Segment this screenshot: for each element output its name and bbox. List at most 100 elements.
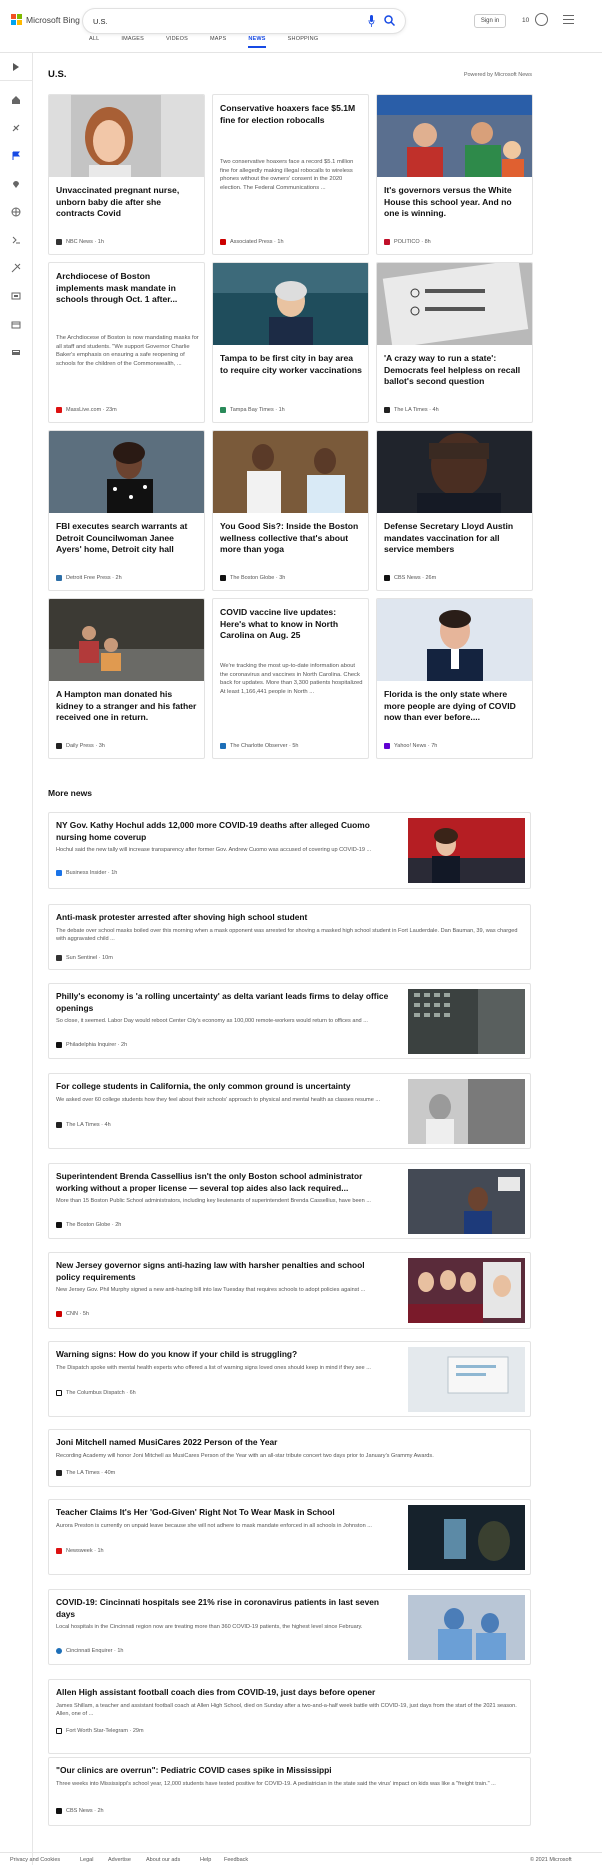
card-title[interactable]: Florida is the only state where more peo… — [384, 689, 527, 724]
news-card[interactable]: Tampa to be first city in bay area to re… — [212, 262, 369, 423]
news-list-item[interactable]: New Jersey governor signs anti-hazing la… — [48, 1252, 531, 1329]
footer-link-help[interactable]: Help — [200, 1857, 211, 1863]
rewards-trophy-icon[interactable] — [535, 13, 548, 26]
news-list-item[interactable]: Philly's economy is 'a rolling uncertain… — [48, 983, 531, 1059]
card-title[interactable]: Archdiocese of Boston implements mask ma… — [56, 271, 199, 306]
news-list-item[interactable]: For college students in California, the … — [48, 1073, 531, 1149]
us-flag-icon[interactable] — [11, 151, 21, 161]
tab-shopping[interactable]: SHOPPING — [288, 36, 319, 48]
card-title[interactable]: FBI executes search warrants at Detroit … — [56, 521, 199, 556]
card-source[interactable]: Tampa Bay Times · 1h — [220, 407, 285, 413]
card-source[interactable]: The Boston Globe · 3h — [220, 575, 285, 581]
news-list-item[interactable]: Teacher Claims It's Her 'God-Given' Righ… — [48, 1499, 531, 1575]
card-source[interactable]: Detroit Free Press · 2h — [56, 575, 122, 581]
news-list-item[interactable]: Anti-mask protester arrested after shovi… — [48, 904, 531, 970]
tab-news[interactable]: NEWS — [248, 36, 266, 48]
technology-icon[interactable] — [11, 235, 21, 245]
news-list-item[interactable]: Joni Mitchell named MusiCares 2022 Perso… — [48, 1429, 531, 1487]
news-title[interactable]: Anti-mask protester arrested after shovi… — [56, 912, 521, 924]
card-source[interactable]: Daily Press · 3h — [56, 743, 105, 749]
sports-icon[interactable] — [11, 263, 21, 273]
card-title[interactable]: You Good Sis?: Inside the Boston wellnes… — [220, 521, 363, 556]
search-input[interactable] — [93, 16, 343, 26]
footer-link-legal[interactable]: Legal — [80, 1857, 93, 1863]
news-list-item[interactable]: COVID-19: Cincinnati hospitals see 21% r… — [48, 1589, 531, 1665]
bing-logo[interactable]: Microsoft Bing — [11, 14, 80, 25]
news-source[interactable]: Philadelphia Inquirer · 2h — [56, 1042, 127, 1048]
news-card[interactable]: Defense Secretary Lloyd Austin mandates … — [376, 430, 533, 591]
card-title[interactable]: It's governors versus the White House th… — [384, 185, 527, 220]
news-card[interactable]: You Good Sis?: Inside the Boston wellnes… — [212, 430, 369, 591]
card-title[interactable]: Defense Secretary Lloyd Austin mandates … — [384, 521, 527, 556]
news-card[interactable]: It's governors versus the White House th… — [376, 94, 533, 255]
footer-link-advertise[interactable]: Advertise — [108, 1857, 131, 1863]
news-title[interactable]: "Our clinics are overrun": Pediatric COV… — [56, 1765, 521, 1777]
card-source[interactable]: MassLive.com · 23m — [56, 407, 117, 413]
news-title[interactable]: COVID-19: Cincinnati hospitals see 21% r… — [56, 1597, 391, 1620]
world-globe-icon[interactable] — [11, 207, 21, 217]
news-card[interactable]: Conservative hoaxers face $5.1M fine for… — [212, 94, 369, 255]
card-source[interactable]: The Charlotte Observer · 5h — [220, 743, 298, 749]
powered-by-label[interactable]: Powered by Microsoft News — [464, 72, 532, 78]
card-source[interactable]: POLITICO · 8h — [384, 239, 431, 245]
microphone-icon[interactable] — [368, 15, 375, 27]
news-source[interactable]: Business Insider · 1h — [56, 870, 117, 876]
card-title[interactable]: Conservative hoaxers face $5.1M fine for… — [220, 103, 363, 126]
news-title[interactable]: Joni Mitchell named MusiCares 2022 Perso… — [56, 1437, 521, 1449]
footer-link-about-ads[interactable]: About our ads — [146, 1857, 180, 1863]
news-list-item[interactable]: "Our clinics are overrun": Pediatric COV… — [48, 1757, 531, 1826]
news-source[interactable]: Fort Worth Star-Telegram · 29m — [56, 1728, 144, 1734]
news-title[interactable]: Philly's economy is 'a rolling uncertain… — [56, 991, 391, 1014]
news-source[interactable]: Cincinnati Enquirer · 1h — [56, 1648, 123, 1654]
news-list-item[interactable]: Superintendent Brenda Cassellius isn't t… — [48, 1163, 531, 1239]
news-card[interactable]: A Hampton man donated his kidney to a st… — [48, 598, 205, 759]
news-source[interactable]: The LA Times · 4h — [56, 1122, 111, 1128]
signin-button[interactable]: Sign in — [474, 14, 506, 28]
card-source[interactable]: NBC News · 1h — [56, 239, 104, 245]
card-source[interactable]: The LA Times · 4h — [384, 407, 439, 413]
news-source[interactable]: The Boston Globe · 2h — [56, 1222, 121, 1228]
news-source[interactable]: The Columbus Dispatch · 6h — [56, 1390, 136, 1396]
home-icon[interactable] — [11, 95, 21, 105]
news-title[interactable]: Teacher Claims It's Her 'God-Given' Righ… — [56, 1507, 391, 1519]
card-title[interactable]: 'A crazy way to run a state': Democrats … — [384, 353, 527, 388]
tab-videos[interactable]: VIDEOS — [166, 36, 188, 48]
rewards-count[interactable]: 10 — [522, 17, 529, 24]
tab-maps[interactable]: MAPS — [210, 36, 226, 48]
news-source[interactable]: CBS News · 2h — [56, 1808, 104, 1814]
politics-icon[interactable] — [11, 347, 21, 357]
news-card[interactable]: COVID vaccine live updates: Here's what … — [212, 598, 369, 759]
news-title[interactable]: Warning signs: How do you know if your c… — [56, 1349, 391, 1361]
news-title[interactable]: Allen High assistant football coach dies… — [56, 1687, 521, 1699]
news-title[interactable]: New Jersey governor signs anti-hazing la… — [56, 1260, 391, 1283]
entertainment-icon[interactable] — [11, 291, 21, 301]
card-source[interactable]: Yahoo! News · 7h — [384, 743, 437, 749]
local-pin-icon[interactable] — [11, 179, 21, 189]
news-list-item[interactable]: Warning signs: How do you know if your c… — [48, 1341, 531, 1417]
footer-link-feedback[interactable]: Feedback — [224, 1857, 248, 1863]
news-source[interactable]: Newsweek · 1h — [56, 1548, 104, 1554]
business-icon[interactable] — [11, 319, 21, 329]
news-title[interactable]: For college students in California, the … — [56, 1081, 391, 1093]
news-title[interactable]: Superintendent Brenda Cassellius isn't t… — [56, 1171, 391, 1194]
card-source[interactable]: CBS News · 26m — [384, 575, 436, 581]
search-icon[interactable] — [384, 15, 395, 26]
card-title[interactable]: Tampa to be first city in bay area to re… — [220, 353, 363, 376]
news-card[interactable]: Unvaccinated pregnant nurse, unborn baby… — [48, 94, 205, 255]
news-list-item[interactable]: NY Gov. Kathy Hochul adds 12,000 more CO… — [48, 812, 531, 889]
news-source[interactable]: Sun Sentinel · 10m — [56, 955, 113, 961]
news-card[interactable]: Florida is the only state where more peo… — [376, 598, 533, 759]
card-title[interactable]: A Hampton man donated his kidney to a st… — [56, 689, 199, 724]
news-card[interactable]: FBI executes search warrants at Detroit … — [48, 430, 205, 591]
science-icon[interactable] — [11, 123, 21, 133]
sidebar-expand-button[interactable] — [0, 53, 33, 81]
news-source[interactable]: The LA Times · 40m — [56, 1470, 115, 1476]
card-source[interactable]: Associated Press · 1h — [220, 239, 284, 245]
footer-link-privacy[interactable]: Privacy and Cookies — [10, 1857, 60, 1863]
news-card[interactable]: Archdiocese of Boston implements mask ma… — [48, 262, 205, 423]
news-list-item[interactable]: Allen High assistant football coach dies… — [48, 1679, 531, 1754]
news-title[interactable]: NY Gov. Kathy Hochul adds 12,000 more CO… — [56, 820, 391, 843]
news-source[interactable]: CNN · 5h — [56, 1311, 89, 1317]
tab-images[interactable]: IMAGES — [121, 36, 144, 48]
card-title[interactable]: Unvaccinated pregnant nurse, unborn baby… — [56, 185, 199, 220]
